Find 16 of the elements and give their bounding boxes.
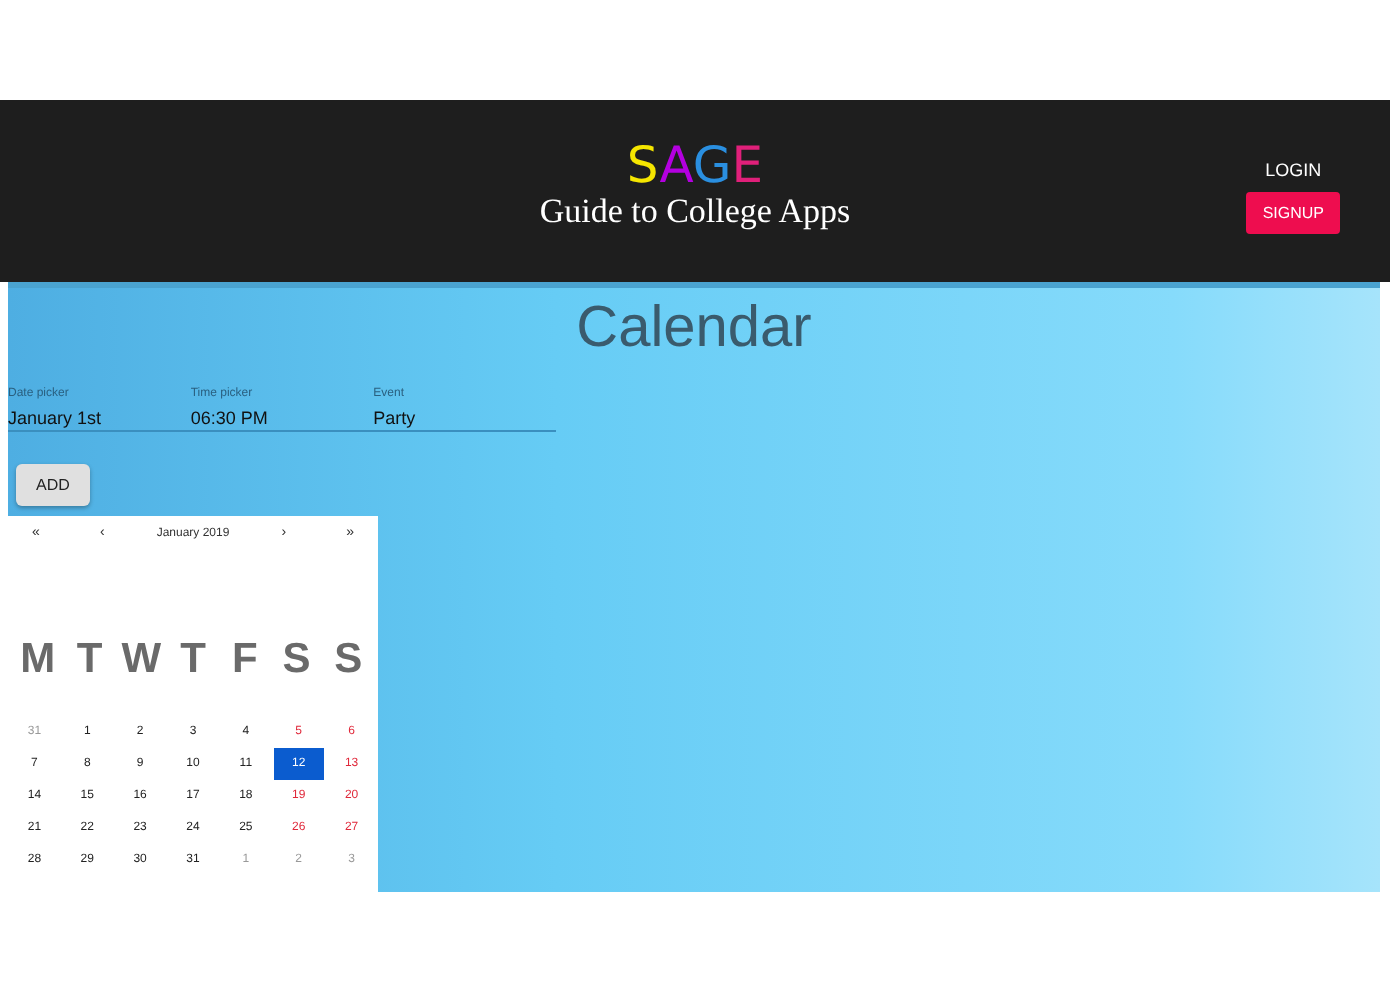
logo-letter: A [659,135,693,193]
weekday-label: W [119,636,164,684]
site-subtitle: Guide to College Apps [539,191,851,231]
weekday-label: T [74,636,105,684]
weekday-label: T [178,636,208,684]
weekday-label: F [229,636,260,684]
add-button[interactable]: ADD [16,464,90,506]
logo-letter: S [626,135,660,193]
signup-button[interactable]: SIGNUP [1246,192,1340,234]
logo-letter: G [692,135,732,193]
weekday-label: S [280,636,313,684]
login-link[interactable]: LOGIN [1265,160,1322,180]
logo-letter: E [731,135,764,193]
weekday-label: M [18,636,58,684]
page-title: Calendar [574,294,814,364]
weekday-label: S [332,636,365,684]
